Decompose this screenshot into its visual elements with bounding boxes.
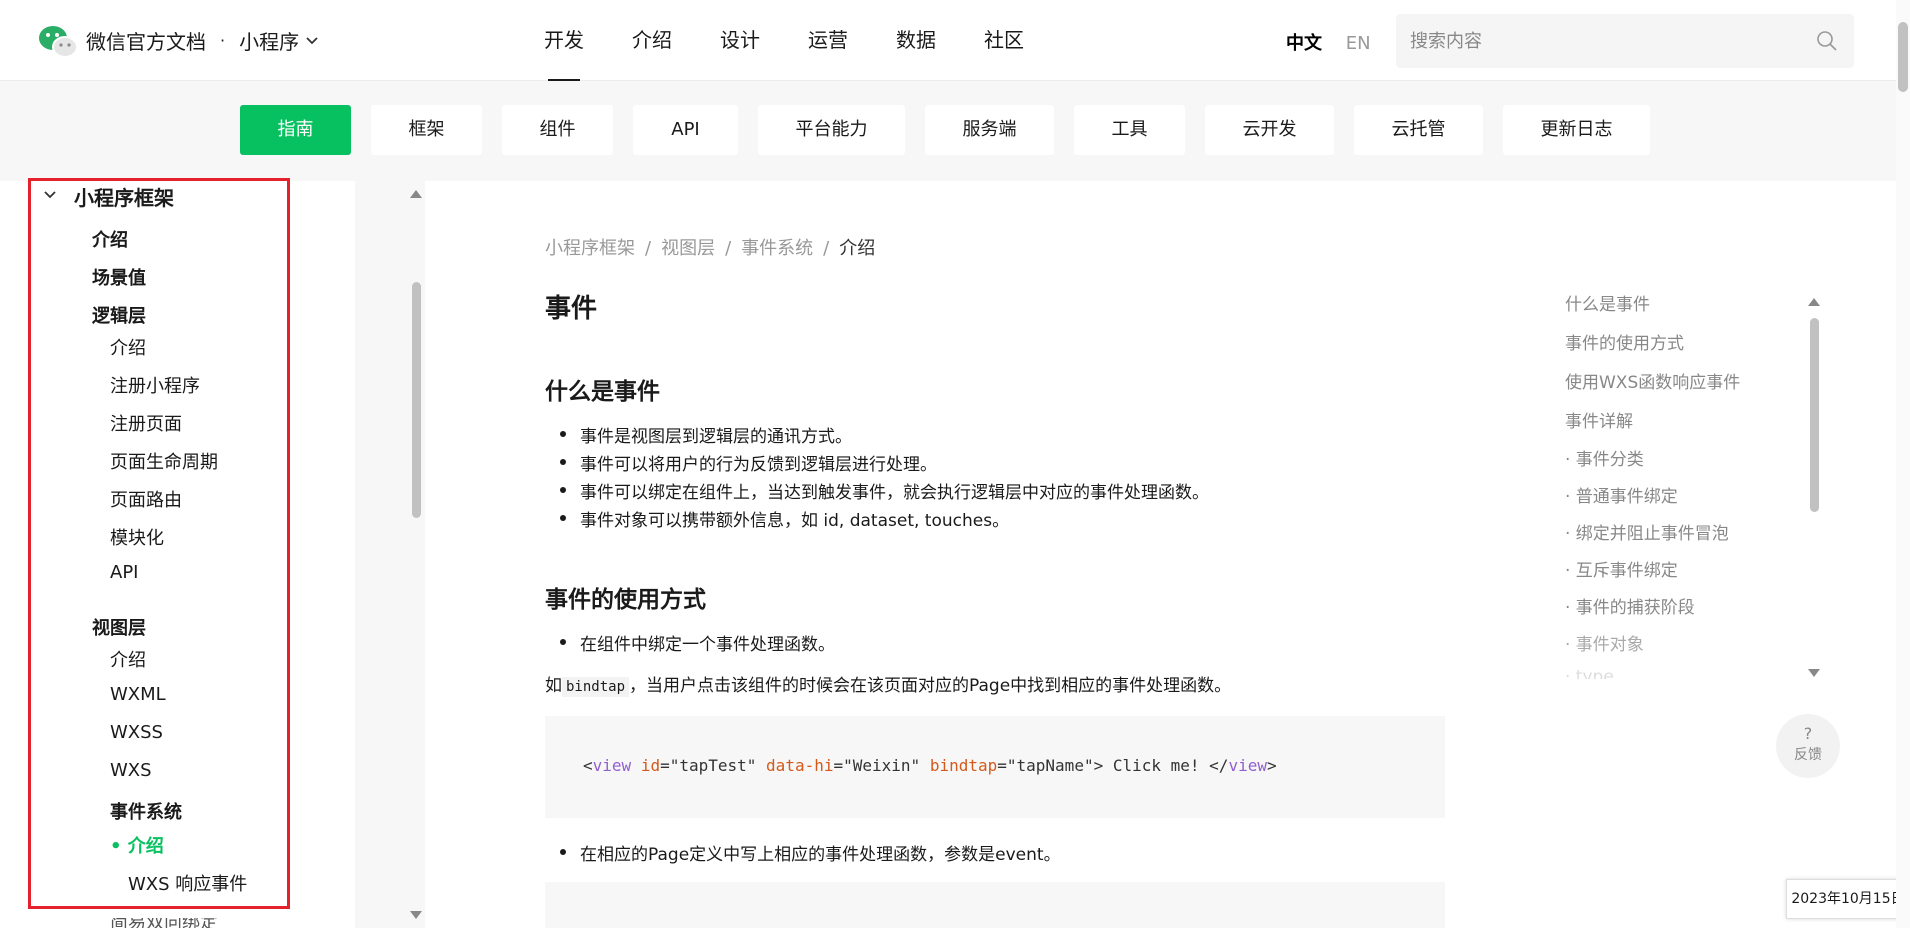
toc-scrollbar[interactable] (1810, 318, 1819, 512)
toc-item[interactable]: · 互斥事件绑定 (1565, 556, 1678, 581)
breadcrumb-separator: / (725, 238, 732, 259)
list-item: 事件可以绑定在组件上，当达到触发事件，就会执行逻辑层中对应的事件处理函数。 (560, 478, 1209, 503)
search-input[interactable] (1396, 14, 1854, 68)
sidebar-scrollbar[interactable] (412, 282, 421, 518)
code-block (545, 882, 1445, 928)
toc-item[interactable]: · type (1565, 667, 1614, 679)
tab-framework[interactable]: 框架 (371, 105, 482, 155)
language-switch: 中文 EN (1286, 29, 1371, 55)
feedback-button[interactable]: ? 反馈 (1776, 714, 1840, 778)
tab-components[interactable]: 组件 (502, 105, 613, 155)
nav-intro[interactable]: 介绍 (608, 0, 696, 81)
list-item: 事件是视图层到逻辑层的通讯方式。 (560, 422, 852, 447)
highlight-box (28, 178, 290, 909)
brand-dot: · (220, 31, 226, 50)
breadcrumb-item[interactable]: 小程序框架 (545, 238, 635, 259)
tab-tools[interactable]: 工具 (1074, 105, 1185, 155)
lang-zh[interactable]: 中文 (1286, 33, 1322, 54)
paragraph: 如 bindtap ，当用户点击该组件的时候会在该页面对应的Page中找到相应的事件… (545, 676, 1232, 697)
tab-server[interactable]: 服务端 (925, 105, 1054, 155)
top-header: 微信官方文档 · 小程序 开发 介绍 设计 运营 数据 社区 中文 EN (0, 0, 1910, 81)
list-item: 事件对象可以携带额外信息，如 id, dataset, touches。 (560, 506, 1009, 531)
nav-design[interactable]: 设计 (696, 0, 784, 81)
chevron-down-icon[interactable] (305, 34, 319, 48)
toc-item[interactable]: · 绑定并阻止事件冒泡 (1565, 519, 1729, 544)
toc-item[interactable]: 事件的使用方式 (1565, 329, 1684, 354)
search-icon[interactable] (1816, 30, 1838, 52)
code-line: <view id="tapTest" data-hi="Weixin" bind… (583, 756, 1277, 775)
window-scrollbar[interactable] (1898, 22, 1908, 92)
lang-en[interactable]: EN (1346, 33, 1371, 54)
window-scrollbar-track (1896, 0, 1910, 928)
breadcrumb-separator: / (645, 238, 652, 259)
nav-dev[interactable]: 开发 (520, 0, 608, 81)
inline-code: bindtap (562, 677, 630, 697)
nav-community[interactable]: 社区 (960, 0, 1048, 81)
breadcrumb-item[interactable]: 视图层 (661, 238, 715, 259)
search-box (1396, 14, 1854, 68)
main-nav: 开发 介绍 设计 运营 数据 社区 (520, 0, 1048, 81)
help-icon: ? (1803, 724, 1813, 743)
product-switcher[interactable]: 小程序 (239, 26, 299, 55)
scroll-up-icon[interactable] (1808, 298, 1820, 306)
list-item: 在相应的Page定义中写上相应的事件处理函数，参数是event。 (560, 840, 1061, 865)
nav-ops[interactable]: 运营 (784, 0, 872, 81)
breadcrumb-current: 介绍 (839, 238, 876, 259)
toc-item[interactable]: 事件详解 (1565, 407, 1633, 432)
scroll-down-icon[interactable] (1808, 669, 1820, 677)
code-block: <view id="tapTest" data-hi="Weixin" bind… (545, 716, 1445, 818)
toc-item[interactable]: 什么是事件 (1565, 290, 1650, 315)
brand-title[interactable]: 微信官方文档 (86, 26, 206, 55)
section-heading: 什么是事件 (545, 379, 660, 405)
tab-cloud-dev[interactable]: 云开发 (1205, 105, 1334, 155)
section-heading: 事件的使用方式 (545, 587, 706, 613)
breadcrumb-separator: / (823, 238, 830, 259)
sub-nav: 指南 框架 组件 API 平台能力 服务端 工具 云开发 云托管 更新日志 (0, 81, 1910, 181)
toc-item[interactable]: · 普通事件绑定 (1565, 482, 1678, 507)
breadcrumb: 小程序框架 / 视图层 / 事件系统 / 介绍 (545, 234, 875, 260)
scroll-up-icon[interactable] (410, 190, 422, 198)
wechat-logo-icon[interactable] (38, 24, 78, 58)
toc-item[interactable]: 使用WXS函数响应事件 (1565, 368, 1740, 393)
toc-item[interactable]: · 事件分类 (1565, 445, 1644, 470)
list-item: 事件可以将用户的行为反馈到逻辑层进行处理。 (560, 450, 937, 475)
taskbar-date: 2023年10月15日 (1786, 879, 1910, 919)
toc-item[interactable]: · 事件对象 (1565, 630, 1644, 655)
tab-guide[interactable]: 指南 (240, 105, 351, 155)
scroll-down-icon[interactable] (410, 911, 422, 919)
tab-cloud-hosting[interactable]: 云托管 (1354, 105, 1483, 155)
breadcrumb-item[interactable]: 事件系统 (741, 238, 813, 259)
sidebar-item[interactable]: 简易双向绑定 (110, 918, 218, 928)
toc-item[interactable]: · 事件的捕获阶段 (1565, 593, 1695, 618)
tab-api[interactable]: API (633, 105, 738, 155)
tab-changelog[interactable]: 更新日志 (1503, 105, 1650, 155)
feedback-label: 反馈 (1794, 747, 1822, 763)
page-title: 事件 (545, 294, 598, 324)
list-item: 在组件中绑定一个事件处理函数。 (560, 630, 835, 655)
brand: 微信官方文档 · 小程序 (86, 26, 319, 55)
tab-platform[interactable]: 平台能力 (758, 105, 905, 155)
nav-data[interactable]: 数据 (872, 0, 960, 81)
